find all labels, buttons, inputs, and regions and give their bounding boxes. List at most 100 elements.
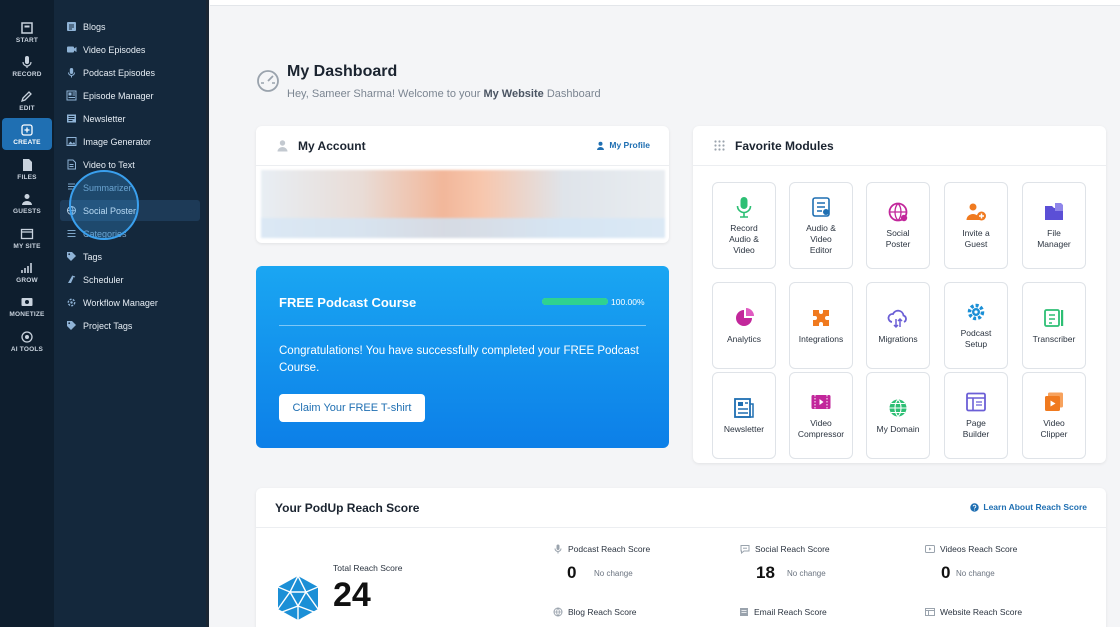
guests-icon	[22, 193, 32, 205]
welcome-text: Hey, Sameer Sharma! Welcome to your My W…	[287, 88, 601, 100]
module-video-clipper[interactable]: Video Clipper	[1022, 372, 1086, 459]
course-progress-bar	[542, 298, 608, 305]
rail-item-guests[interactable]: GUESTS	[0, 187, 54, 219]
blog-reach-label: Blog Reach Score	[553, 607, 637, 617]
module-file-manager[interactable]: File Manager	[1022, 182, 1086, 269]
grow-icon	[21, 262, 32, 273]
rail-label: MY SITE	[13, 242, 41, 250]
module-migrations[interactable]: Migrations	[866, 282, 930, 369]
module-newsletter[interactable]: Newsletter	[712, 372, 776, 459]
social-reach-change: No change	[787, 569, 826, 578]
module-integrations[interactable]: Integrations	[789, 282, 853, 369]
newsletter-icon	[734, 397, 754, 418]
submenu-label: Image Generator	[83, 136, 152, 147]
module-record-audio-video[interactable]: Record Audio & Video	[712, 182, 776, 269]
transcribe-icon	[1044, 308, 1064, 327]
tag-icon	[67, 252, 76, 261]
rail-label: FILES	[17, 173, 37, 181]
module-my-domain[interactable]: My Domain	[866, 372, 930, 459]
module-video-compressor[interactable]: Video Compressor	[789, 372, 853, 459]
blog-icon	[67, 22, 76, 31]
files-icon	[23, 158, 32, 171]
clipper-icon	[1045, 392, 1063, 411]
social-reach-value: 18	[756, 563, 775, 582]
free-podcast-course-card: FREE Podcast Course 100.00% Congratulati…	[256, 266, 669, 448]
start-icon	[21, 21, 33, 34]
submenu-item-scheduler[interactable]: Scheduler	[60, 269, 200, 290]
claim-tshirt-button[interactable]: Claim Your FREE T-shirt	[279, 394, 425, 422]
module-audio-video-editor[interactable]: Audio & Video Editor	[789, 182, 853, 269]
card-title: Favorite Modules	[735, 138, 834, 153]
create-submenu: Blogs Video Episodes Podcast Episodes Ep…	[54, 0, 206, 627]
submenu-item-video-episodes[interactable]: Video Episodes	[60, 39, 200, 60]
mic-icon	[554, 544, 562, 554]
rail-item-create[interactable]: CREATE	[2, 118, 52, 150]
rail-label: START	[15, 36, 39, 44]
module-podcast-setup[interactable]: Podcast Setup	[944, 282, 1008, 369]
card-title: My Account	[298, 138, 366, 153]
submenu-item-video-to-text[interactable]: Video to Text	[60, 154, 200, 175]
rail-item-start[interactable]: START	[0, 16, 54, 48]
site-icon	[20, 228, 34, 239]
submenu-item-workflow-manager[interactable]: Workflow Manager	[60, 292, 200, 313]
submenu-label: Workflow Manager	[83, 297, 158, 308]
submenu-item-tags[interactable]: Tags	[60, 246, 200, 267]
my-profile-link[interactable]: My Profile	[596, 140, 650, 150]
my-account-card: My Account My Profile	[256, 126, 669, 243]
submenu-item-project-tags[interactable]: Project Tags	[60, 315, 200, 336]
module-invite-a-guest[interactable]: Invite a Guest	[944, 182, 1008, 269]
mic-icon	[68, 68, 75, 78]
submenu-label: Video Episodes	[83, 44, 146, 55]
compress-icon	[811, 395, 831, 409]
module-page-builder[interactable]: Page Builder	[944, 372, 1008, 459]
invite-icon	[966, 203, 986, 221]
submenu-item-image-generator[interactable]: Image Generator	[60, 131, 200, 152]
rail-label: GUESTS	[13, 207, 41, 215]
globe-icon	[553, 607, 563, 617]
document-icon	[67, 159, 76, 170]
rail-label: RECORD	[12, 70, 42, 78]
module-analytics[interactable]: Analytics	[712, 282, 776, 369]
rail-label: MONETIZE	[9, 310, 45, 318]
submenu-item-podcast-episodes[interactable]: Podcast Episodes	[60, 62, 200, 83]
chat-icon	[740, 545, 750, 554]
page-title: My Dashboard	[287, 63, 398, 80]
rail-item-edit[interactable]: EDIT	[0, 84, 54, 116]
module-transcriber[interactable]: Transcriber	[1022, 282, 1086, 369]
rail-item-my-site[interactable]: MY SITE	[0, 222, 54, 254]
submenu-item-blogs[interactable]: Blogs	[60, 16, 200, 37]
rail-item-monetize[interactable]: MONETIZE	[0, 290, 54, 322]
learn-reach-score-link[interactable]: Learn About Reach Score	[970, 502, 1087, 512]
email-reach-label: Email Reach Score	[739, 607, 827, 617]
email-icon	[740, 608, 748, 616]
rail-item-files[interactable]: FILES	[0, 153, 54, 185]
videos-reach-change: No change	[956, 569, 995, 578]
help-icon	[970, 502, 980, 512]
site-name: My Website	[483, 88, 544, 100]
click-highlight	[69, 170, 139, 240]
mic-icon	[736, 196, 752, 218]
module-social-poster[interactable]: Social Poster	[866, 182, 930, 269]
course-title: FREE Podcast Course	[279, 295, 417, 310]
primary-rail: START RECORD EDIT CREATE FILES GUESTS MY…	[0, 0, 54, 627]
tag-icon	[67, 321, 76, 330]
submenu-label: Blogs	[83, 21, 106, 32]
total-reach-label: Total Reach Score	[333, 563, 403, 573]
monetize-icon	[21, 297, 33, 306]
submenu-item-episode-manager[interactable]: Episode Manager	[60, 85, 200, 106]
rail-label: CREATE	[13, 138, 41, 146]
website-icon	[925, 608, 935, 616]
rail-label: GROW	[16, 276, 38, 284]
rail-item-ai-tools[interactable]: AI TOOLS	[0, 325, 54, 357]
reach-score-icon	[277, 574, 319, 620]
submenu-item-newsletter[interactable]: Newsletter	[60, 108, 200, 129]
create-icon	[21, 123, 33, 136]
rail-item-grow[interactable]: GROW	[0, 256, 54, 288]
cloud-icon	[887, 309, 907, 328]
rail-item-record[interactable]: RECORD	[0, 50, 54, 82]
workflow-icon	[67, 298, 76, 307]
scheduler-icon	[68, 275, 76, 283]
submenu-label: Podcast Episodes	[83, 67, 156, 78]
podcast-reach-change: No change	[594, 569, 633, 578]
social-reach-label: Social Reach Score	[740, 544, 830, 554]
